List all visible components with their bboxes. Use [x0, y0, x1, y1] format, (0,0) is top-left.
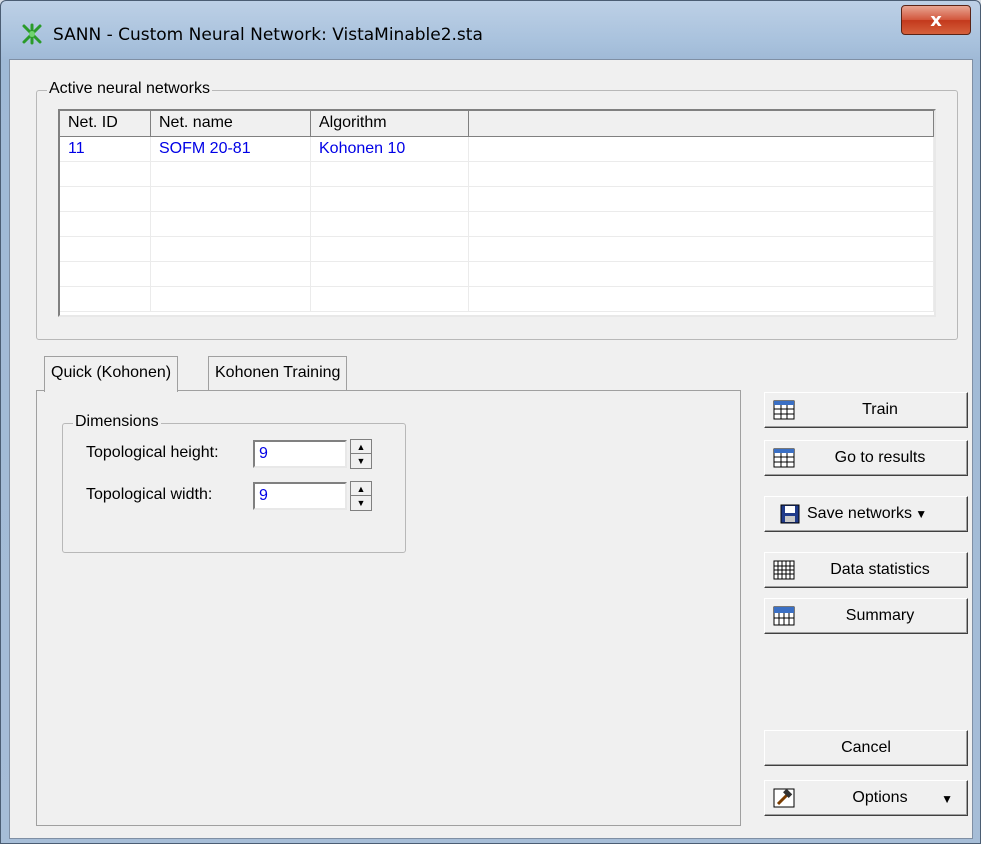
topological-width-spinner[interactable]: ▲ ▼	[350, 481, 372, 511]
summary-button[interactable]: Summary	[764, 598, 968, 634]
topological-height-input[interactable]	[253, 440, 347, 468]
cell-empty	[469, 137, 934, 162]
title-bar[interactable]: SANN - Custom Neural Network: VistaMinab…	[1, 1, 980, 59]
dimensions-group: Dimensions Topological height: ▲ ▼ Topol…	[62, 413, 406, 553]
save-networks-label: Save networks ▼	[807, 505, 959, 523]
grid-header: Net. ID Net. name Algorithm	[60, 111, 934, 137]
topological-width-label: Topological width:	[86, 486, 213, 503]
networks-grid[interactable]: Net. ID Net. name Algorithm 11 SOFM 20-8…	[58, 109, 936, 317]
empty-row	[60, 212, 934, 237]
summary-label: Summary	[845, 607, 915, 624]
topological-width-input[interactable]	[253, 482, 347, 510]
spin-down-icon[interactable]: ▼	[351, 454, 371, 468]
summary-table-icon	[773, 606, 795, 626]
dialog-window: SANN - Custom Neural Network: VistaMinab…	[0, 0, 981, 844]
column-header-algorithm[interactable]: Algorithm	[311, 111, 469, 137]
sann-network-icon	[22, 23, 42, 45]
empty-row	[60, 262, 934, 287]
options-text: Options	[852, 789, 908, 806]
options-hammer-icon	[773, 788, 795, 808]
column-header-net-id[interactable]: Net. ID	[60, 111, 151, 137]
data-statistics-label: Data statistics	[830, 561, 930, 578]
cancel-label: Cancel	[841, 739, 891, 756]
options-button[interactable]: Options ▼	[764, 780, 968, 816]
tab-label: Quick (Kohonen)	[51, 364, 172, 381]
data-statistics-button[interactable]: Data statistics	[764, 552, 968, 588]
column-header-empty	[469, 111, 934, 137]
tab-kohonen-training[interactable]: Kohonen Training	[208, 356, 348, 390]
dimensions-title: Dimensions	[73, 413, 161, 431]
topological-height-spinner[interactable]: ▲ ▼	[350, 439, 372, 469]
train-label: Train	[862, 401, 898, 418]
dropdown-arrow-icon: ▼	[941, 792, 953, 806]
spin-up-icon[interactable]: ▲	[351, 440, 371, 454]
go-to-results-button[interactable]: Go to results	[764, 440, 968, 476]
empty-row	[60, 187, 934, 212]
column-header-net-name[interactable]: Net. name	[151, 111, 311, 137]
grid-table-icon	[773, 560, 795, 580]
cell-net-id: 11	[60, 137, 151, 162]
floppy-disk-icon	[780, 504, 800, 524]
tab-quick-kohonen[interactable]: Quick (Kohonen)	[44, 356, 179, 392]
dropdown-arrow-icon: ▼	[911, 507, 928, 521]
cell-algorithm: Kohonen 10	[311, 137, 469, 162]
spin-down-icon[interactable]: ▼	[351, 496, 371, 510]
save-networks-button[interactable]: Save networks ▼	[764, 496, 968, 532]
train-button[interactable]: Train	[764, 392, 968, 428]
empty-row	[60, 287, 934, 312]
empty-row	[60, 237, 934, 262]
spreadsheet-icon	[773, 448, 795, 468]
empty-row	[60, 162, 934, 187]
active-networks-title: Active neural networks	[47, 80, 212, 98]
close-button[interactable]: x	[901, 5, 971, 35]
tab-panel: Dimensions Topological height: ▲ ▼ Topol…	[36, 390, 741, 826]
dialog-client-area: Active neural networks Net. ID Net. name…	[9, 59, 973, 839]
table-row[interactable]: 11 SOFM 20-81 Kohonen 10	[60, 137, 934, 162]
close-icon: x	[930, 9, 942, 31]
cancel-button[interactable]: Cancel	[764, 730, 968, 766]
spin-up-icon[interactable]: ▲	[351, 482, 371, 496]
cell-net-name: SOFM 20-81	[151, 137, 311, 162]
options-label: Options	[801, 789, 959, 807]
spreadsheet-icon	[773, 400, 795, 420]
save-networks-text: Save networks	[807, 505, 912, 522]
tab-label: Kohonen Training	[215, 364, 341, 381]
window-title: SANN - Custom Neural Network: VistaMinab…	[53, 25, 483, 45]
go-to-results-label: Go to results	[834, 449, 926, 466]
topological-height-label: Topological height:	[86, 444, 219, 461]
